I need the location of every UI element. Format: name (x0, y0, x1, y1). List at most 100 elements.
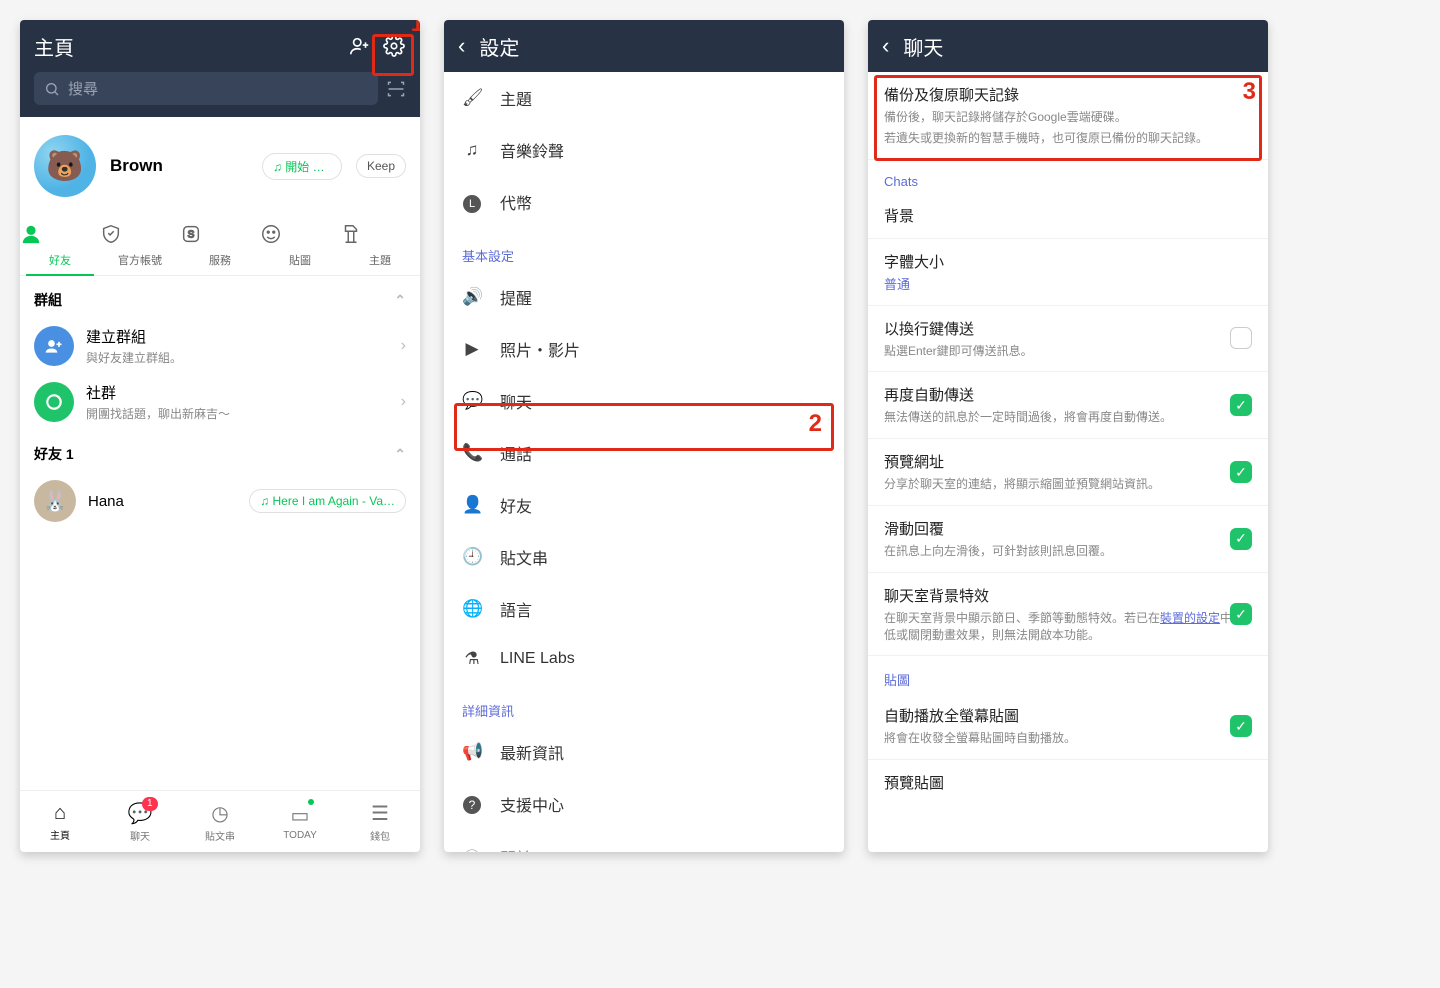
friends-header[interactable]: 好友 1 ⌃ (20, 430, 420, 472)
resend-row[interactable]: 再度自動傳送 無法傳送的訊息於一定時間過後，將會再度自動傳送。 ✓ (868, 372, 1268, 439)
settings-screen: ‹ 設定 🖌主題 ♫音樂鈴聲 L代幣 基本設定 🔊提醒 ▶照片・影片 💬聊天 📞… (444, 20, 844, 852)
community-row[interactable]: 社群 開團找話題，聊出新麻吉～ › (20, 374, 420, 430)
backup-restore-row[interactable]: 備份及復原聊天記錄 備份後，聊天記錄將儲存於Google雲端硬碟。 若遺失或更換… (868, 72, 1268, 160)
home-screen: 主頁 搜尋 🐻 Brown ♫ 開始 B… Keep 好友 官方帳號 (20, 20, 420, 852)
home-icon: ⌂ (54, 802, 66, 825)
home-tabs: 好友 官方帳號 S 服務 貼圖 主題 (20, 215, 420, 276)
chat-settings-screen: ‹ 聊天 備份及復原聊天記錄 備份後，聊天記錄將儲存於Google雲端硬碟。 若… (868, 20, 1268, 852)
qr-scan-icon[interactable] (386, 79, 406, 99)
preview-toggle[interactable]: ✓ (1230, 461, 1252, 483)
groups-header[interactable]: 群組 ⌃ (20, 276, 420, 318)
chat-settings-header: ‹ 聊天 (868, 20, 1268, 72)
auto-fullscreen-sticker-row[interactable]: 自動播放全螢幕貼圖 將會在收發全螢幕貼圖時自動播放。 ✓ (868, 693, 1268, 760)
settings-support[interactable]: ?支援中心 (444, 778, 844, 830)
music-icon: ♫ (462, 140, 482, 160)
chat-settings-list: 備份及復原聊天記錄 備份後，聊天記錄將儲存於Google雲端硬碟。 若遺失或更換… (868, 72, 1268, 852)
settings-calls[interactable]: 📞通話 (444, 427, 844, 479)
search-placeholder: 搜尋 (68, 78, 98, 99)
enter-send-toggle[interactable] (1230, 327, 1252, 349)
preview-sticker-row[interactable]: 預覽貼圖 (868, 760, 1268, 805)
tab-official[interactable]: 官方帳號 (100, 215, 180, 275)
profile-row[interactable]: 🐻 Brown ♫ 開始 B… Keep (20, 117, 420, 215)
info-icon: ⓘ (462, 844, 482, 852)
detail-settings-header: 詳細資訊 (444, 683, 844, 726)
settings-theme[interactable]: 🖌主題 (444, 72, 844, 124)
notification-dot (308, 799, 314, 805)
svg-text:S: S (188, 230, 195, 241)
settings-title: 設定 (479, 32, 830, 61)
enter-send-row[interactable]: 以換行鍵傳送 點選Enter鍵即可傳送訊息。 (868, 306, 1268, 373)
nav-timeline[interactable]: ◷ 貼文串 (180, 791, 260, 852)
settings-ringtone[interactable]: ♫音樂鈴聲 (444, 124, 844, 176)
fontsize-row[interactable]: 字體大小 普通 (868, 239, 1268, 306)
megaphone-icon: 📢 (462, 742, 482, 762)
preview-url-row[interactable]: 預覽網址 分享於聊天室的連結，將顯示縮圖並預覽網站資訊。 ✓ (868, 439, 1268, 506)
swipe-toggle[interactable]: ✓ (1230, 528, 1252, 550)
settings-labs[interactable]: ⚗LINE Labs (444, 635, 844, 683)
timeline-icon: ◷ (211, 801, 228, 826)
nav-home[interactable]: ⌂ 主頁 (20, 791, 100, 852)
settings-notify[interactable]: 🔊提醒 (444, 271, 844, 323)
basic-settings-header: 基本設定 (444, 228, 844, 271)
clock-icon: 🕘 (462, 547, 482, 567)
settings-coin[interactable]: L代幣 (444, 176, 844, 228)
theme-icon (340, 223, 420, 247)
background-row[interactable]: 背景 (868, 193, 1268, 239)
chevron-up-icon: ⌃ (394, 446, 406, 463)
back-icon[interactable]: ‹ (882, 33, 889, 59)
tab-friends[interactable]: 好友 (20, 215, 100, 275)
phone-icon: 📞 (462, 443, 482, 463)
bg-effect-row[interactable]: 聊天室背景特效 在聊天室背景中顯示節日、季節等動態特效。若已在裝置的設定中降低或… (868, 573, 1268, 657)
settings-timeline[interactable]: 🕘貼文串 (444, 531, 844, 583)
tab-stickers[interactable]: 貼圖 (260, 215, 340, 275)
bottom-nav: ⌂ 主頁 💬 1 聊天 ◷ 貼文串 ▭ TODAY ☰ 錢包 (20, 790, 420, 852)
profile-avatar: 🐻 (34, 135, 96, 197)
group-add-icon (34, 326, 74, 366)
chevron-right-icon: › (401, 393, 406, 411)
chatbubble-icon: 💬 (462, 391, 482, 411)
search-input[interactable]: 搜尋 (34, 72, 378, 105)
nav-chat[interactable]: 💬 1 聊天 (100, 791, 180, 852)
auto-sticker-toggle[interactable]: ✓ (1230, 715, 1252, 737)
settings-chat[interactable]: 💬聊天 (444, 375, 844, 427)
create-group-row[interactable]: 建立群組 與好友建立群組。 › (20, 318, 420, 374)
bg-effect-sub: 在聊天室背景中顯示節日、季節等動態特效。若已在裝置的設定中降低或關閉動畫效果，則… (884, 610, 1252, 644)
friends-icon (20, 223, 100, 247)
effect-toggle[interactable]: ✓ (1230, 603, 1252, 625)
bell-icon: 🔊 (462, 287, 482, 307)
device-settings-link[interactable]: 裝置的設定 (1160, 611, 1220, 625)
smile-icon (260, 223, 340, 247)
news-icon: ▭ (291, 803, 310, 828)
settings-friends[interactable]: 👤好友 (444, 479, 844, 531)
settings-gear-icon[interactable] (382, 34, 406, 58)
chevron-right-icon: › (401, 337, 406, 355)
globe-icon: 🌐 (462, 599, 482, 619)
profile-music-pill[interactable]: ♫ 開始 B… (262, 153, 342, 180)
add-friend-icon[interactable] (348, 34, 372, 58)
nav-wallet[interactable]: ☰ 錢包 (340, 791, 420, 852)
friend-avatar: 🐰 (34, 480, 76, 522)
brush-icon: 🖌 (462, 88, 482, 108)
resend-toggle[interactable]: ✓ (1230, 394, 1252, 416)
service-icon: S (180, 223, 260, 247)
swipe-reply-row[interactable]: 滑動回覆 在訊息上向左滑後，可針對該則訊息回覆。 ✓ (868, 506, 1268, 573)
nav-today[interactable]: ▭ TODAY (260, 791, 340, 852)
settings-about[interactable]: ⓘ關於LINE (444, 830, 844, 852)
home-title: 主頁 (34, 32, 338, 61)
tab-themes[interactable]: 主題 (340, 215, 420, 275)
chat-badge: 1 (142, 797, 158, 811)
friend-music-pill[interactable]: ♫ Here I am Again - Va… (249, 489, 406, 513)
person-icon: 👤 (462, 495, 482, 515)
help-icon: ? (462, 794, 482, 814)
settings-photos[interactable]: ▶照片・影片 (444, 323, 844, 375)
sticker-section-header: 貼圖 (868, 656, 1268, 693)
flask-icon: ⚗ (462, 649, 482, 669)
search-bar: 搜尋 (20, 72, 420, 117)
photo-icon: ▶ (462, 339, 482, 359)
keep-button[interactable]: Keep (356, 154, 406, 178)
friend-row-hana[interactable]: 🐰 Hana ♫ Here I am Again - Va… (20, 472, 420, 530)
settings-language[interactable]: 🌐語言 (444, 583, 844, 635)
settings-news[interactable]: 📢最新資訊 (444, 726, 844, 778)
back-icon[interactable]: ‹ (458, 33, 465, 59)
tab-services[interactable]: S 服務 (180, 215, 260, 275)
